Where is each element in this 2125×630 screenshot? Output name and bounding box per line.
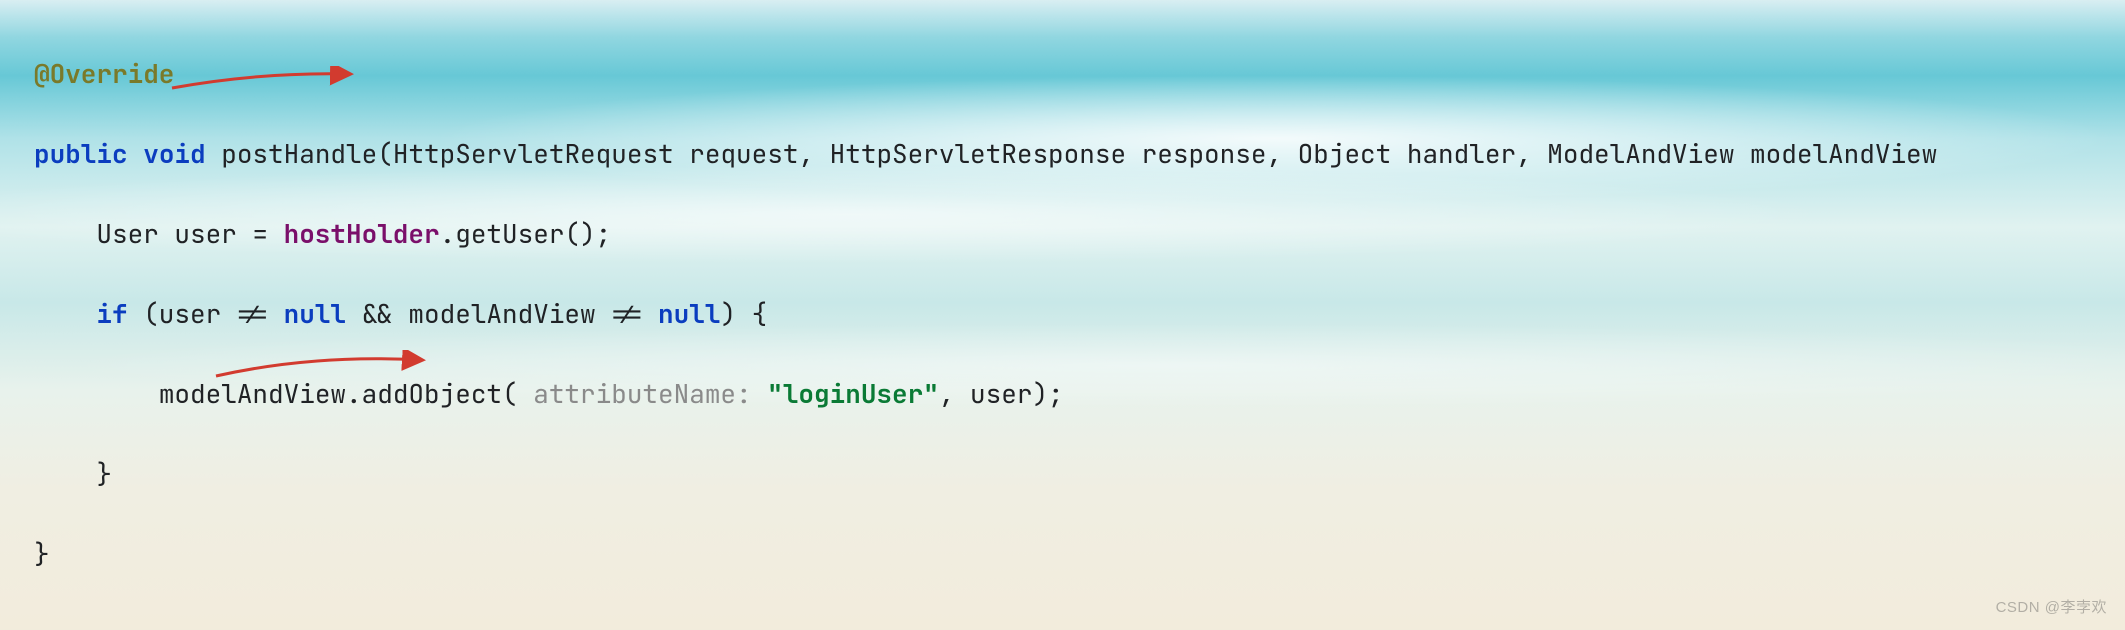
- code-line: }: [34, 454, 2125, 494]
- code-line: modelAndView.addObject( attributeName: "…: [34, 374, 2125, 414]
- annotation: @Override: [34, 56, 174, 91]
- text: ) {: [720, 296, 767, 331]
- code-line: }: [34, 534, 2125, 574]
- text: modelAndView.addObject(: [159, 376, 518, 411]
- string-literal: "loginUser": [767, 376, 939, 411]
- text: && modelAndView !=: [346, 296, 658, 331]
- keyword-null: null: [284, 296, 346, 331]
- code-line: User user = hostHolder.getUser();: [34, 214, 2125, 254]
- text: User user =: [96, 216, 283, 251]
- keyword-if: if: [96, 296, 127, 331]
- blank-line: [34, 614, 2125, 630]
- text: .getUser();: [440, 216, 612, 251]
- keyword-void: void: [143, 136, 205, 171]
- brace: }: [96, 456, 112, 491]
- param-hint: attributeName:: [518, 376, 768, 411]
- method-signature: (HttpServletRequest request, HttpServlet…: [377, 136, 1937, 171]
- watermark: CSDN @李孛欢: [1996, 588, 2107, 628]
- code-line: if (user != null && modelAndView != null…: [34, 294, 2125, 334]
- code-block: @Override public void postHandle(HttpSer…: [0, 0, 2125, 630]
- field-ref: hostHolder: [284, 216, 440, 251]
- text: , user);: [939, 376, 1064, 411]
- code-line: public void postHandle(HttpServletReques…: [34, 134, 2125, 174]
- text: (user !=: [128, 296, 284, 331]
- code-line: @Override: [34, 54, 2125, 94]
- method-name: postHandle: [221, 136, 377, 171]
- keyword-null: null: [658, 296, 720, 331]
- keyword-public: public: [34, 136, 128, 171]
- brace: }: [34, 536, 50, 571]
